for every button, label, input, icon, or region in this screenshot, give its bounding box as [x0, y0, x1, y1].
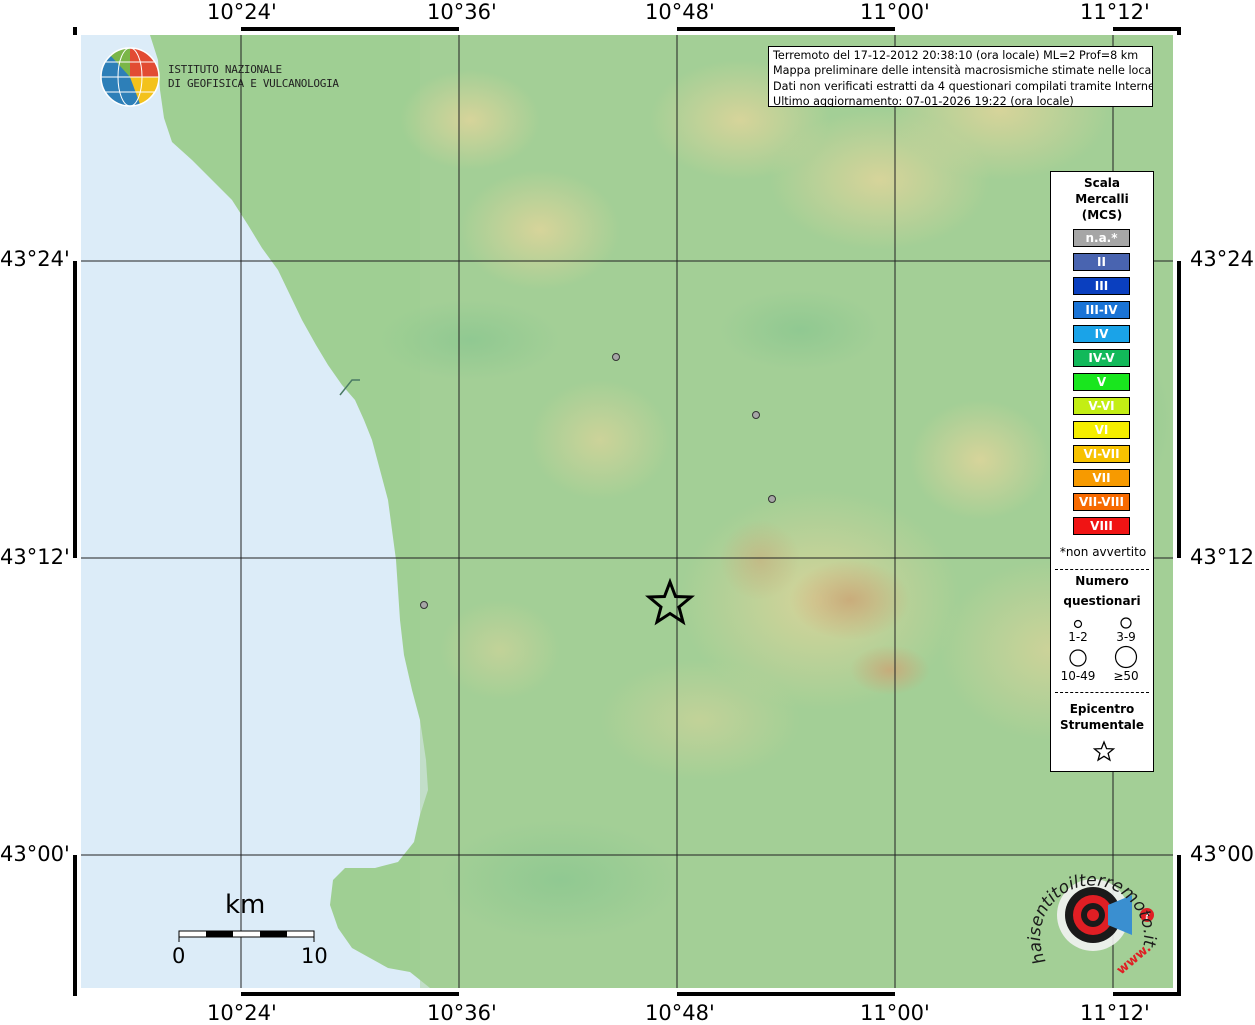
- ingv-logo-icon: [100, 47, 160, 107]
- lon-label-bottom: 10°36': [427, 1001, 497, 1025]
- lon-label-bottom: 11°00': [860, 1001, 930, 1025]
- lon-label-bottom: 10°24': [207, 1001, 277, 1025]
- symbol-3-9: [1120, 617, 1132, 629]
- epicenter-title: Strumentale: [1059, 718, 1145, 732]
- legend-swatch-iv: IV: [1073, 325, 1130, 343]
- legend-swatch-vii-viii: VII-VIII: [1073, 493, 1130, 511]
- point-na: [768, 495, 776, 503]
- event-info-line: Mappa preliminare delle intensità macros…: [773, 64, 1153, 78]
- legend-swatch-v: V: [1073, 373, 1130, 391]
- event-info-line: Terremoto del 17-12-2012 20:38:10 (ora l…: [773, 49, 1139, 62]
- lon-label-top: 10°48': [645, 0, 715, 24]
- haisentito-brand-text: haisentitoilterremoto.it www.: [1025, 870, 1159, 978]
- lon-label-top: 10°24': [207, 0, 277, 24]
- legend-title-line: Mercalli: [1075, 192, 1129, 206]
- legend-swatch-n-a: n.a.*: [1073, 229, 1130, 247]
- count-label: 10-49: [1060, 669, 1096, 683]
- lon-label-top: 11°12': [1080, 0, 1150, 24]
- ingv-name-line1: ISTITUTO NAZIONALE: [168, 63, 282, 76]
- not-felt-note: *non avvertito: [1059, 545, 1147, 559]
- lat-label-right: 43°24': [1190, 247, 1255, 271]
- legend-swatch-viii: VIII: [1073, 517, 1130, 535]
- legend-swatch-iii-iv: III-IV: [1073, 301, 1130, 319]
- lat-label-left: 43°12': [0, 545, 70, 569]
- point-na: [752, 411, 760, 419]
- lat-label-left: 43°24': [0, 247, 70, 271]
- lon-label-bottom: 10°48': [645, 1001, 715, 1025]
- point-na: [612, 353, 620, 361]
- point-na: [420, 601, 428, 609]
- event-info-line: Ultimo aggiornamento: 07-01-2026 19:22 (…: [773, 95, 1074, 107]
- count-label: 3-9: [1116, 630, 1136, 644]
- lon-label-top: 11°00': [860, 0, 930, 24]
- scale-min: 0: [172, 944, 186, 968]
- event-info-box: Terremoto del 17-12-2012 20:38:10 (ora l…: [768, 46, 1153, 107]
- symbol-10-49: [1069, 649, 1087, 667]
- legend-divider: [1055, 692, 1149, 693]
- epicenter-title: Epicentro: [1069, 702, 1135, 716]
- legend-swatch-vii: VII: [1073, 469, 1130, 487]
- lon-label-top: 10°36': [427, 0, 497, 24]
- lat-label-right: 43°00': [1190, 842, 1255, 866]
- count-label: ≥50: [1113, 669, 1139, 683]
- legend-divider: [1055, 569, 1149, 570]
- scale-unit: km: [225, 890, 266, 920]
- count-title: Numero: [1075, 574, 1129, 588]
- count-label: 1-2: [1068, 630, 1088, 644]
- legend-swatch-ii: II: [1073, 253, 1130, 271]
- legend-swatch-iv-v: IV-V: [1073, 349, 1130, 367]
- symbol-1-2: [1073, 619, 1083, 629]
- legend-swatch-iii: III: [1073, 277, 1130, 295]
- legend-swatch-v-vi: V-VI: [1073, 397, 1130, 415]
- count-title: questionari: [1063, 594, 1141, 608]
- legend-swatch-vi-vii: VI-VII: [1073, 445, 1130, 463]
- event-info-line: Dati non verificati estratti da 4 questi…: [773, 79, 1153, 93]
- lat-label-left: 43°00': [0, 842, 70, 866]
- star-icon: [1092, 740, 1116, 762]
- legend: Scala Mercalli (MCS) n.a.* II III III-IV IV I…: [1050, 171, 1154, 772]
- legend-title-line: (MCS): [1081, 208, 1123, 222]
- legend-swatch-vi: VI: [1073, 421, 1130, 439]
- ingv-name-line2: DI GEOFISICA E VULCANOLOGIA: [168, 77, 339, 90]
- ingv-name: ISTITUTO NAZIONALE DI GEOFISICA E VULCAN…: [168, 63, 339, 91]
- lat-label-right: 43°12': [1190, 545, 1255, 569]
- count-symbols: [1069, 617, 1138, 669]
- scale-max: 10: [301, 944, 328, 968]
- symbol-50: [1114, 645, 1138, 669]
- brand-www: www.: [1114, 941, 1154, 978]
- legend-title-line: Scala: [1083, 176, 1121, 190]
